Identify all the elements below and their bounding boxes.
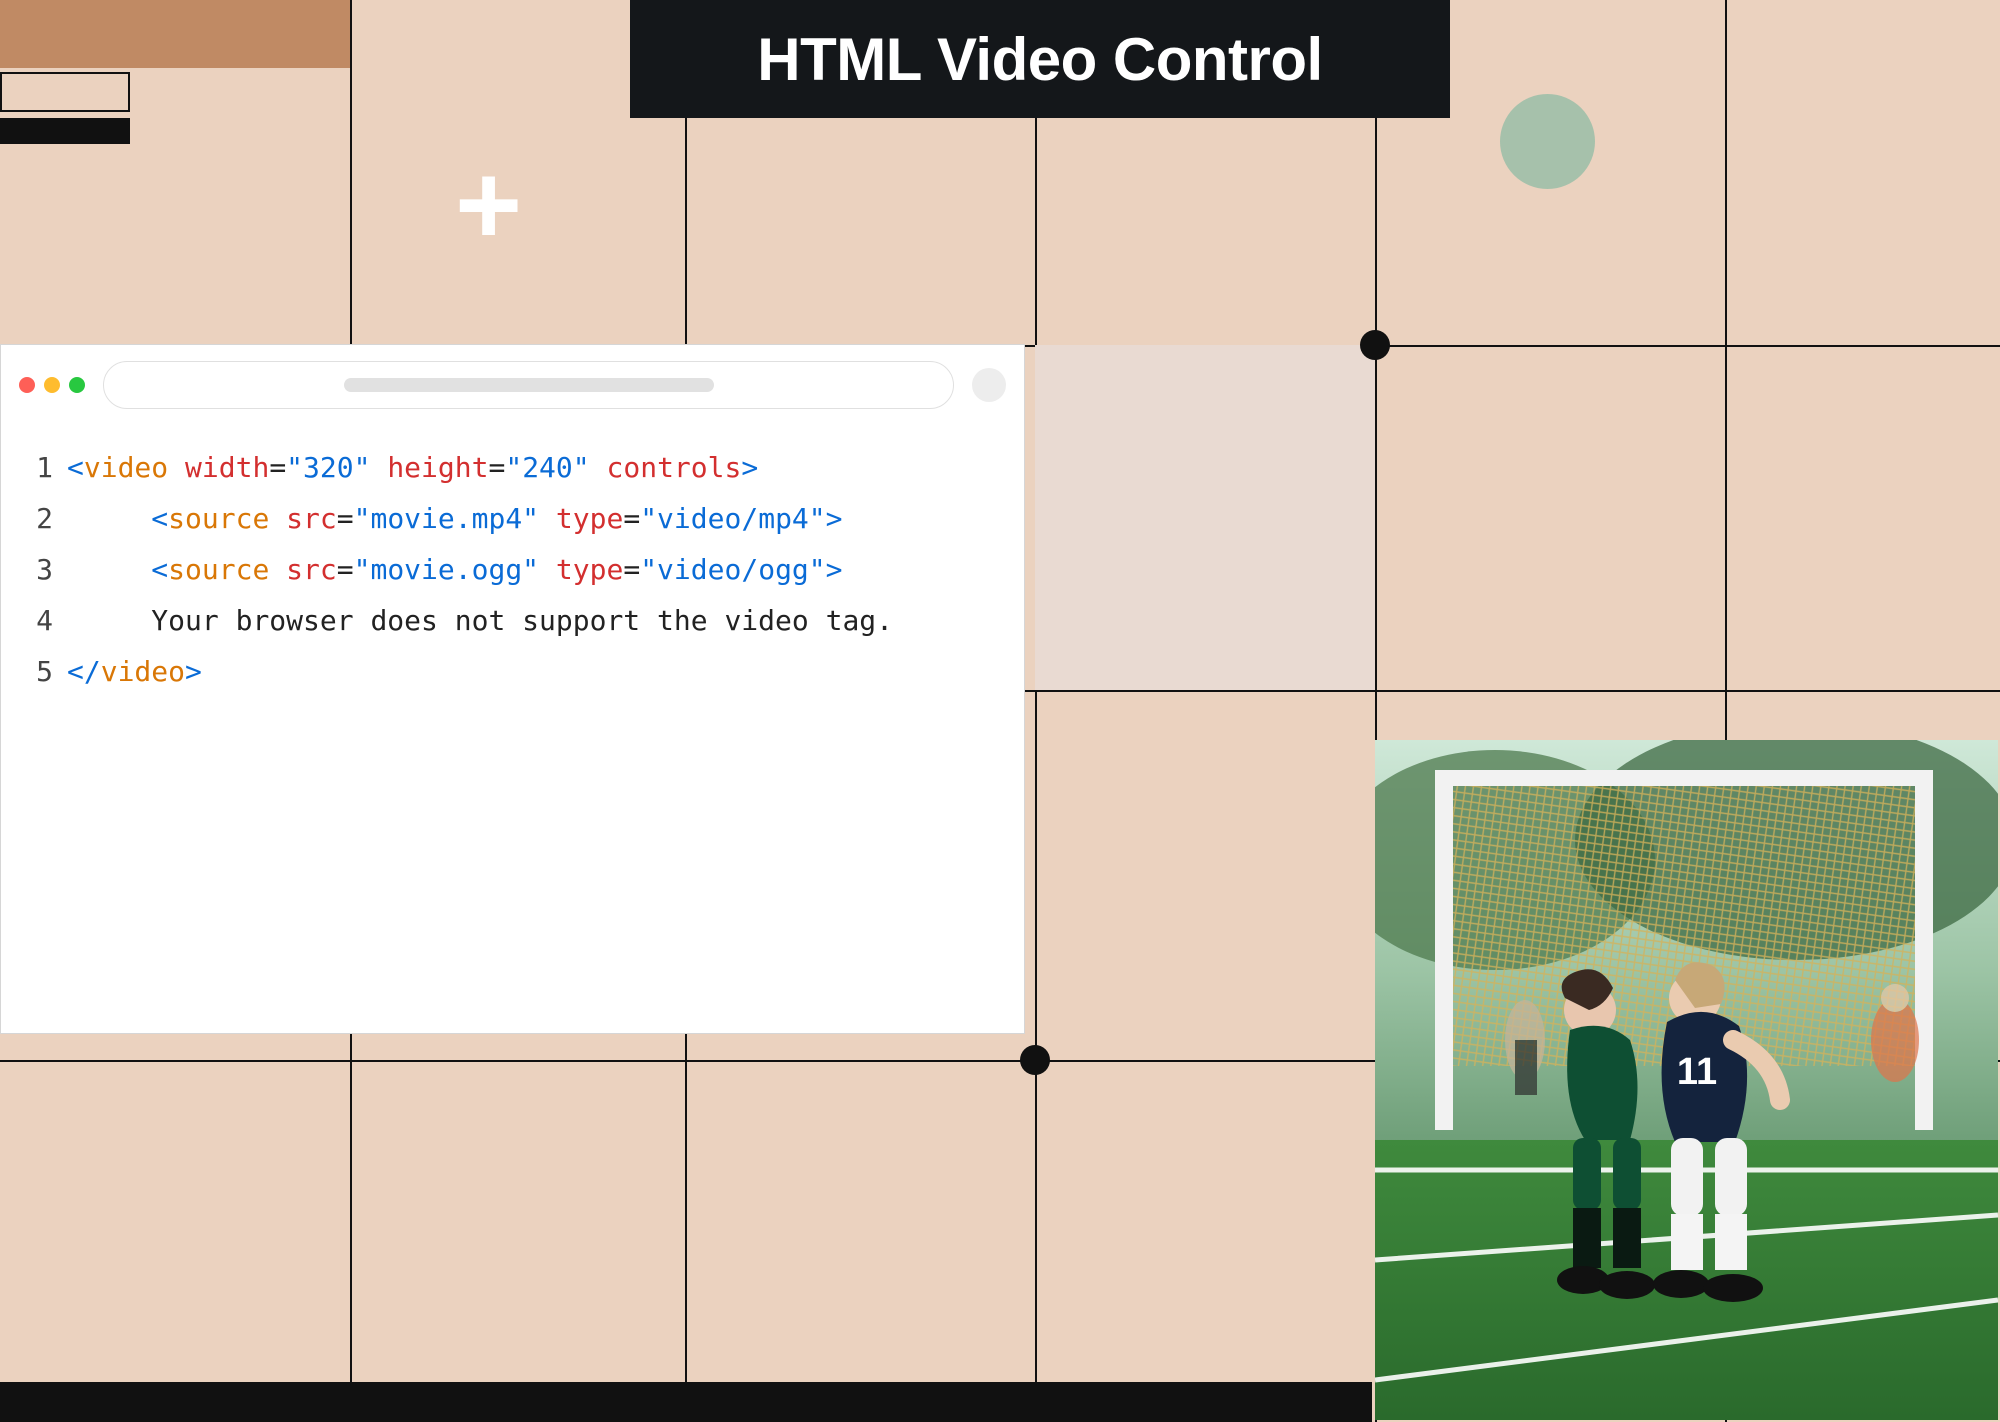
- code-token-str: "240": [505, 451, 589, 484]
- code-token-txt: [269, 553, 286, 586]
- bottom-black-bar: [0, 1382, 1372, 1422]
- code-token-attr: controls: [607, 451, 742, 484]
- code-token-tag: source: [168, 502, 269, 535]
- address-placeholder: [344, 378, 714, 392]
- code-token-str: "video/ogg": [640, 553, 825, 586]
- grid-vline: [1035, 0, 1037, 1422]
- address-bar[interactable]: [103, 361, 954, 409]
- page-title: HTML Video Control: [757, 25, 1322, 94]
- code-token-tag: video: [101, 655, 185, 688]
- line-number: 1: [21, 443, 53, 494]
- code-token-bracket: <: [151, 553, 168, 586]
- code-token-str: "video/mp4": [640, 502, 825, 535]
- green-circle-icon: [1500, 94, 1595, 189]
- code-token-attr: src: [286, 502, 337, 535]
- code-token-str: "320": [286, 451, 370, 484]
- code-token-eq: =: [623, 553, 640, 586]
- code-token-bracket: <: [67, 451, 84, 484]
- title-bar: HTML Video Control: [630, 0, 1450, 118]
- code-token-txt: [370, 451, 387, 484]
- code-token-eq: =: [337, 553, 354, 586]
- code-line: 1<video width="320" height="240" control…: [21, 443, 1004, 494]
- grid-dot: [1360, 330, 1390, 360]
- code-token-str: "movie.mp4": [354, 502, 539, 535]
- code-token-attr: type: [556, 553, 623, 586]
- code-line: 3 <source src="movie.ogg" type="video/og…: [21, 545, 1004, 596]
- code-token-attr: width: [185, 451, 269, 484]
- code-token-bracket: >: [741, 451, 758, 484]
- code-token-attr: type: [556, 502, 623, 535]
- code-token-tag: source: [168, 553, 269, 586]
- code-token-eq: =: [337, 502, 354, 535]
- code-token-bracket: </: [67, 655, 101, 688]
- code-token-bracket: >: [185, 655, 202, 688]
- brown-block: [0, 0, 350, 68]
- sample-video-thumbnail: 11: [1375, 740, 1998, 1420]
- window-maximize-icon[interactable]: [69, 377, 85, 393]
- line-number: 4: [21, 596, 53, 647]
- code-token-txt: [539, 502, 556, 535]
- code-line: 5 </video>: [21, 647, 1004, 698]
- code-token-txt: [590, 451, 607, 484]
- window-close-icon[interactable]: [19, 377, 35, 393]
- code-token-str: "movie.ogg": [354, 553, 539, 586]
- outlined-block: [0, 72, 130, 112]
- browser-chrome: [1, 345, 1024, 425]
- jersey-number: 11: [1677, 1051, 1717, 1093]
- traffic-lights: [19, 377, 85, 393]
- code-line: 2 <source src="movie.mp4" type="video/mp…: [21, 494, 1004, 545]
- code-token-txt: Your browser does not support the video …: [151, 604, 893, 637]
- code-token-eq: =: [269, 451, 286, 484]
- code-token-eq: =: [623, 502, 640, 535]
- code-token-attr: src: [286, 553, 337, 586]
- code-line: 4 Your browser does not support the vide…: [21, 596, 1004, 647]
- canvas: + HTML Video Control 1<video width="320"…: [0, 0, 2000, 1422]
- grid-dot: [1020, 1045, 1050, 1075]
- cream-square: [1035, 345, 1375, 690]
- window-minimize-icon[interactable]: [44, 377, 60, 393]
- plus-icon: +: [455, 148, 522, 263]
- code-token-bracket: >: [826, 502, 843, 535]
- code-area: 1<video width="320" height="240" control…: [1, 425, 1024, 718]
- black-small-bar: [0, 118, 130, 144]
- code-editor-window: 1<video width="320" height="240" control…: [0, 344, 1025, 1034]
- code-token-bracket: <: [151, 502, 168, 535]
- line-number: 3: [21, 545, 53, 596]
- code-token-tag: video: [84, 451, 168, 484]
- code-token-bracket: >: [826, 553, 843, 586]
- line-number: 5: [21, 647, 53, 698]
- code-token-txt: [168, 451, 185, 484]
- code-token-txt: [539, 553, 556, 586]
- code-token-eq: =: [488, 451, 505, 484]
- browser-extra-button[interactable]: [972, 368, 1006, 402]
- code-token-txt: [269, 502, 286, 535]
- line-number: 2: [21, 494, 53, 545]
- code-token-attr: height: [387, 451, 488, 484]
